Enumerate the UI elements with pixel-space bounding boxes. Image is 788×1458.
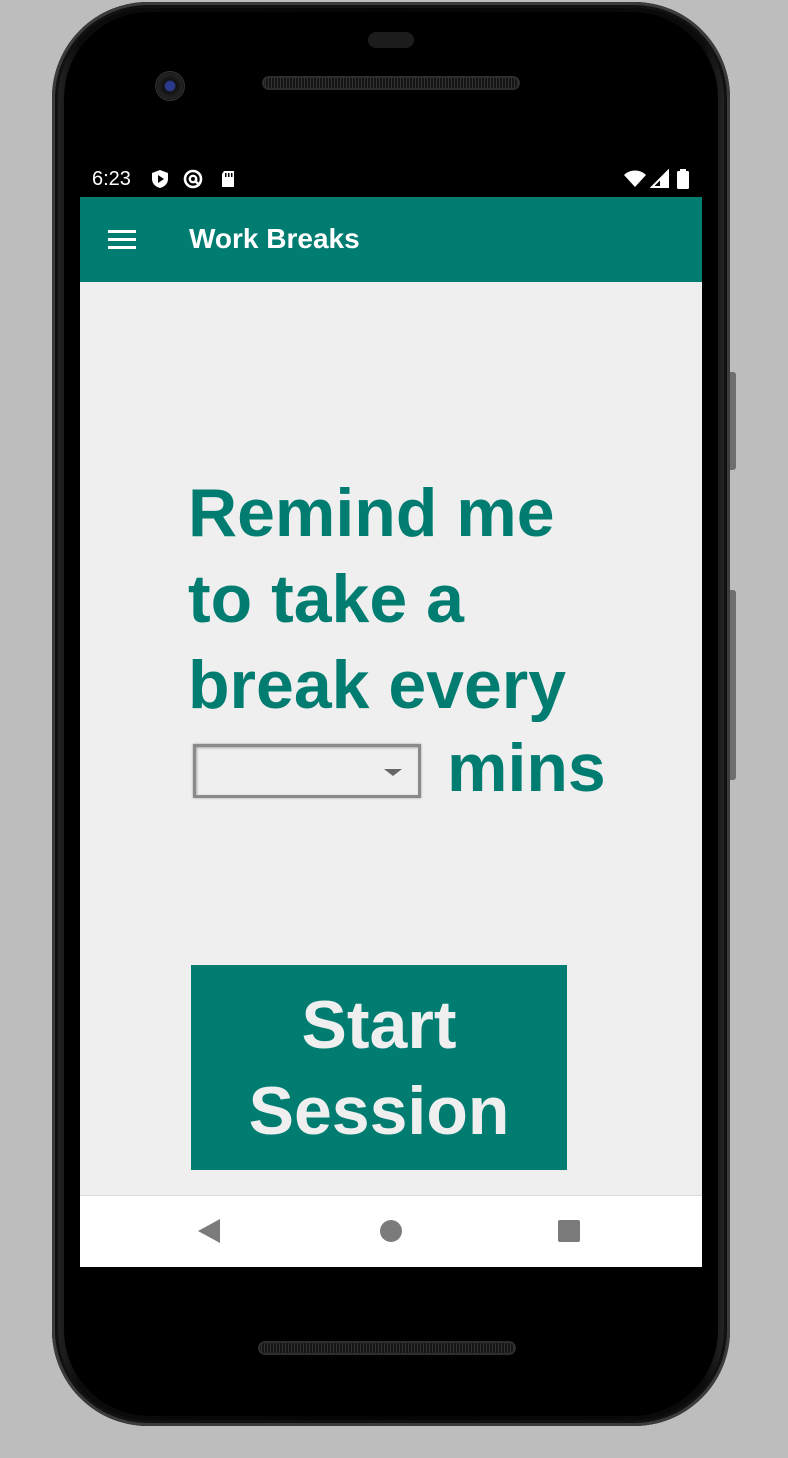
volume-button: [730, 590, 736, 780]
main-content: Remind me to take a break every mins Sta…: [80, 282, 702, 1195]
home-icon[interactable]: [380, 1220, 402, 1242]
shield-play-icon: [152, 170, 168, 188]
prompt-line-2: to take a: [188, 561, 464, 637]
app-title: Work Breaks: [189, 223, 360, 254]
prompt-line-1: Remind me: [188, 475, 555, 551]
status-time: 6:23: [92, 168, 131, 190]
sd-card-icon: [222, 171, 234, 187]
battery-icon: [677, 169, 689, 189]
recents-icon[interactable]: [558, 1220, 580, 1242]
wifi-icon: [624, 170, 646, 187]
cell-signal-icon: [650, 169, 669, 188]
earpiece-slot: [368, 32, 414, 48]
hamburger-menu-icon[interactable]: [108, 230, 136, 250]
interval-select[interactable]: [193, 744, 421, 798]
device-screen: 6:23 Work Breaks Remind me to take a bre…: [80, 160, 702, 1267]
chevron-down-icon: [384, 769, 402, 776]
start-session-button[interactable]: Start Session: [191, 965, 567, 1170]
power-button: [730, 372, 736, 470]
start-session-label-line-1: Start: [301, 986, 457, 1063]
app-bar: Work Breaks: [80, 197, 702, 282]
start-session-label-line-2: Session: [248, 1072, 510, 1149]
top-speaker-grille: [262, 76, 520, 90]
at-sign-icon: [183, 169, 203, 189]
back-icon[interactable]: [198, 1219, 220, 1243]
reminder-prompt: Remind me to take a break every: [188, 470, 658, 728]
front-camera-icon: [156, 72, 184, 100]
prompt-line-3: break every: [188, 647, 567, 723]
navigation-bar: [80, 1195, 702, 1267]
bottom-speaker-grille: [258, 1341, 516, 1355]
status-bar: 6:23: [80, 160, 702, 197]
unit-label: mins: [447, 730, 606, 806]
